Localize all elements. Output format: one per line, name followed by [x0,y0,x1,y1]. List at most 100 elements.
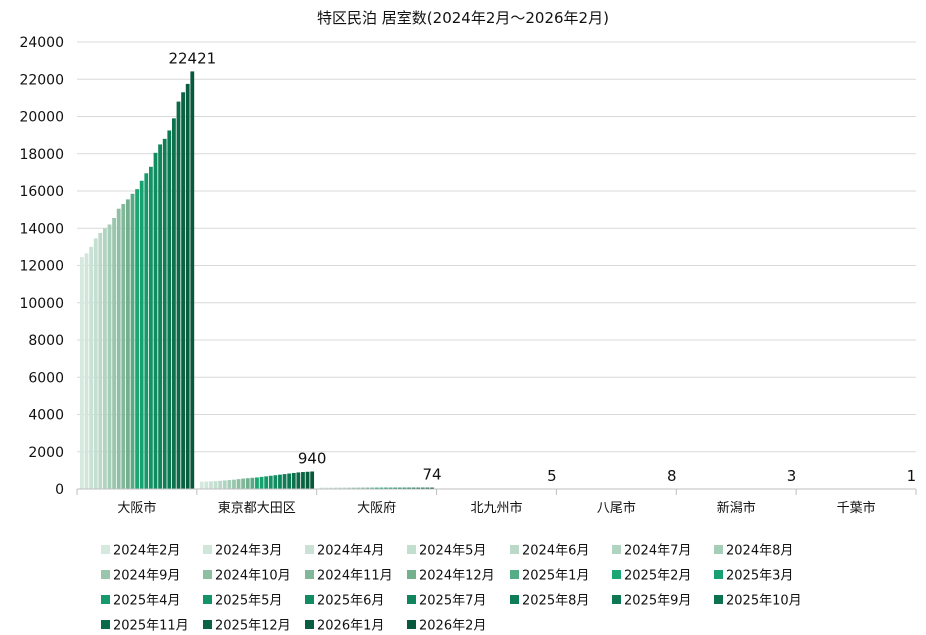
bar [176,101,181,489]
data-label: 22421 [168,49,216,67]
category-label: 千葉市 [837,500,876,516]
legend-label: 2025年5月 [215,594,282,609]
bar [296,472,301,489]
bar [236,479,241,489]
bar [149,166,153,490]
y-axis: 0 2000 4000 6000 8000 10000 12000 14000 16000 180… [19,35,64,498]
bar [199,481,204,489]
legend-swatch [203,595,212,604]
bar [172,118,176,490]
y-tick-label: 18000 [19,147,64,163]
legend-swatch [407,620,416,629]
y-tick-label: 8000 [28,333,64,349]
bar [310,471,315,489]
bar [287,473,292,489]
legend-swatch [203,620,212,629]
legend-label: 2024年10月 [215,569,291,584]
bar [181,92,185,489]
category-label: 大阪府 [357,501,396,516]
y-tick-label: 10000 [19,296,64,312]
legend-swatch [510,570,519,579]
data-label: 1 [907,467,917,485]
bar [84,253,89,489]
bar [291,472,296,489]
legend-swatch [203,570,212,579]
data-label: 5 [547,467,557,485]
legend-label: 2024年7月 [624,544,691,559]
x-axis: 大阪市 東京都大田区 大阪府 北九州市 八尾市 新潟市 千葉市 [76,488,917,516]
legend-label: 2026年1月 [317,619,384,634]
bar [185,83,190,489]
bar [80,257,84,489]
legend-swatch [305,595,314,604]
bar-chart: 特区民泊 居室数(2024年2月～2026年2月) 0 2000 4000 6000 8… [19,9,917,634]
y-tick-label: 22000 [19,72,64,88]
bar [232,479,236,489]
data-label: 74 [422,466,441,484]
legend-swatch [101,595,110,604]
legend-label: 2025年11月 [113,619,189,634]
legend-label: 2025年3月 [726,569,793,584]
bar [245,478,250,489]
bar [255,477,259,489]
legend-label: 2024年2月 [113,544,180,559]
bar [103,228,107,489]
legend-label: 2025年12月 [215,619,291,634]
bar [301,472,305,489]
bar [162,138,167,489]
data-labels: 22421 940 74 5 8 3 1 [168,49,916,485]
bar [190,71,195,489]
bar [209,481,213,489]
category-label: 八尾市 [597,500,636,516]
bar [241,478,246,489]
bar [153,152,158,489]
legend-label: 2025年6月 [317,594,384,609]
legend-swatch [407,545,416,554]
bar [144,173,149,489]
legend-label: 2024年8月 [726,544,793,559]
legend-swatch [714,570,723,579]
legend-label: 2024年6月 [522,544,589,559]
bar [167,130,172,489]
legend-swatch [407,595,416,604]
legend-swatch [101,545,110,554]
legend-label: 2024年11月 [317,569,393,584]
legend-swatch [612,570,621,579]
gridlines [77,41,916,490]
bar [130,193,135,490]
legend-label: 2025年2月 [624,569,691,584]
legend-label: 2026年2月 [419,619,486,634]
bar [107,224,112,489]
y-tick-label: 12000 [19,259,64,275]
category-label: 北九州市 [470,500,522,516]
legend-label: 2025年10月 [726,594,802,609]
legend-swatch [407,570,416,579]
legend-swatch [101,570,110,579]
bar [126,199,130,489]
legend-label: 2024年12月 [419,569,495,584]
bar [158,144,162,489]
legend-label: 2025年1月 [522,569,589,584]
bar [305,471,310,489]
data-label: 940 [298,449,327,467]
data-label: 8 [667,467,677,485]
legend-label: 2025年9月 [624,594,691,609]
bar [268,475,273,489]
legend-swatch [305,570,314,579]
legend-label: 2024年3月 [215,544,282,559]
category-label: 東京都大田区 [218,500,296,516]
legend-label: 2024年9月 [113,569,180,584]
legend-swatch [714,545,723,554]
data-label: 3 [787,467,797,485]
chart-title: 特区民泊 居室数(2024年2月～2026年2月) [317,9,609,27]
legend-label: 2025年8月 [522,594,589,609]
bar [218,480,223,489]
bar [213,481,218,489]
y-tick-label: 16000 [19,184,64,200]
y-tick-label: 0 [55,482,64,498]
y-tick-label: 6000 [28,370,64,386]
legend-swatch [101,620,110,629]
bar [282,474,287,489]
y-tick-label: 14000 [19,221,64,237]
bar [227,480,232,489]
